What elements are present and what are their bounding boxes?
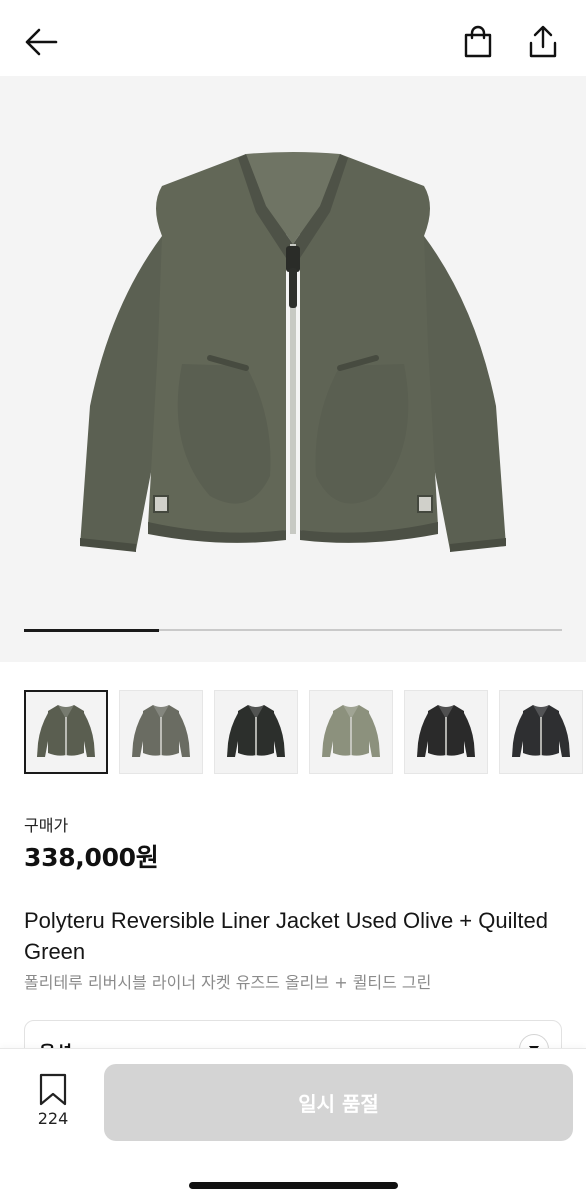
thumbnail-olive-front-2[interactable] [119, 690, 203, 774]
thumbnail-jacket-image [512, 705, 570, 757]
home-indicator [189, 1182, 398, 1189]
bookmark-icon [39, 1073, 67, 1106]
price-label: 구매가 [24, 816, 69, 835]
bottom-action-bar: 224 일시 품절 [0, 1048, 586, 1200]
thumbnail-black-front[interactable] [214, 690, 298, 774]
top-nav-bar [0, 0, 586, 76]
product-name-ko: 폴리테루 리버시블 라이너 자켓 유즈드 올리브 + 퀼티드 그린 [24, 973, 432, 992]
thumbnail-green-quilted-front[interactable] [309, 690, 393, 774]
thumbnail-jacket-image [132, 705, 190, 757]
thumbnail-strip [24, 690, 586, 774]
bookmark-count: 224 [37, 1109, 69, 1128]
product-image-jacket [80, 152, 506, 552]
share-button[interactable] [521, 20, 565, 64]
thumbnail-jacket-image [322, 705, 380, 757]
product-image-carousel[interactable] [0, 76, 586, 662]
thumbnail-olive-front[interactable] [24, 690, 108, 774]
thumbnail-black-quilted-2[interactable] [499, 690, 583, 774]
arrow-left-icon [25, 28, 58, 56]
thumbnail-black-quilted-front[interactable] [404, 690, 488, 774]
product-detail-page: 구매가 338,000원 Polyteru Reversible Liner J… [0, 0, 586, 1200]
shopping-bag-icon [464, 25, 492, 58]
price-value: 338,000원 [24, 843, 159, 872]
bookmark-button[interactable]: 224 [28, 1073, 78, 1133]
back-button[interactable] [19, 20, 63, 64]
gallery-progress-track [24, 628, 562, 632]
thumbnail-jacket-image [227, 705, 285, 757]
shopping-bag-button[interactable] [456, 20, 500, 64]
product-name-en: Polyteru Reversible Liner Jacket Used Ol… [24, 908, 548, 964]
share-icon [529, 25, 557, 58]
thumbnail-jacket-image [37, 705, 95, 757]
sold-out-button[interactable]: 일시 품절 [104, 1064, 573, 1141]
gallery-progress-fill [24, 628, 159, 632]
thumbnail-jacket-image [417, 705, 475, 757]
